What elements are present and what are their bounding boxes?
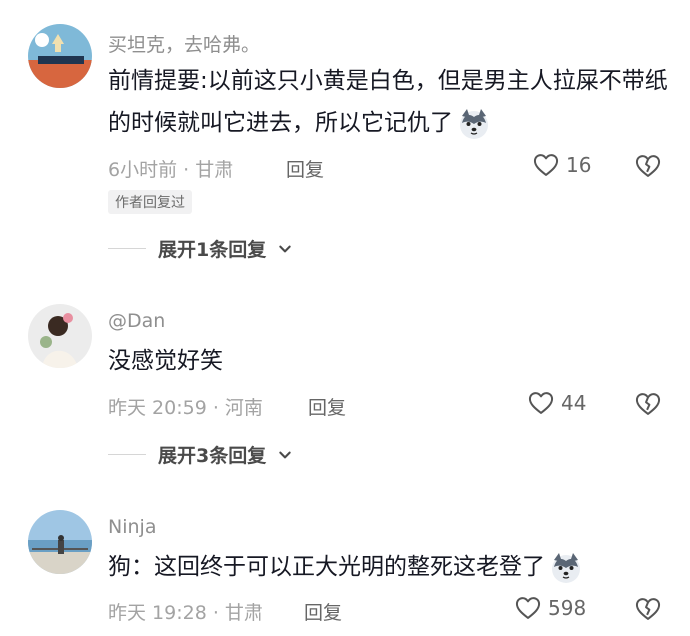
expand-replies-label: 展开3条回复 [158, 445, 267, 467]
chevron-down-icon [278, 448, 292, 462]
heart-outline-icon [527, 389, 555, 417]
reply-button[interactable]: 回复 [286, 155, 324, 182]
broken-heart-icon[interactable] [634, 152, 662, 180]
broken-heart-icon[interactable] [634, 595, 662, 623]
heart-outline-icon [532, 151, 560, 179]
expand-replies-label: 展开1条回复 [158, 239, 267, 261]
comment-text-content: 狗：这回终于可以正大光明的整死这老登了 [108, 554, 545, 580]
comment-text-content: 前情提要:以前这只小黄是白色，但是男主人拉屎不带纸的时候就叫它进去，所以它记仇了 [108, 68, 668, 136]
broken-heart-icon[interactable] [634, 390, 662, 418]
time-location: 昨天 20:59 · 河南 [108, 397, 263, 419]
heart-outline-icon [514, 594, 542, 622]
like-button[interactable]: 16 [532, 151, 591, 179]
comment-text: 没感觉好笑 [108, 348, 223, 374]
username[interactable]: @Dan [108, 310, 165, 332]
husky-emoji-icon [549, 551, 583, 585]
like-count: 44 [561, 391, 587, 415]
like-button[interactable]: 598 [514, 594, 586, 622]
like-button[interactable]: 44 [527, 389, 586, 417]
author-replied-badge: 作者回复过 [108, 190, 192, 214]
reply-button[interactable]: 回复 [304, 598, 342, 625]
chevron-down-icon [278, 242, 292, 256]
avatar[interactable] [28, 304, 92, 368]
comment-text: 狗：这回终于可以正大光明的整死这老登了 [108, 546, 668, 588]
like-count: 16 [566, 153, 592, 177]
comment-text: 前情提要:以前这只小黄是白色，但是男主人拉屎不带纸的时候就叫它进去，所以它记仇了 [108, 60, 668, 144]
avatar[interactable] [28, 24, 92, 88]
username[interactable]: Ninja [108, 516, 156, 538]
expand-replies-button[interactable]: 展开3条回复 [108, 441, 292, 468]
avatar[interactable] [28, 510, 92, 574]
like-count: 598 [548, 596, 587, 620]
husky-emoji-icon [457, 107, 491, 141]
divider-line [108, 454, 146, 455]
divider-line [108, 248, 146, 249]
time-location: 昨天 19:28 · 甘肃 [108, 602, 263, 624]
username[interactable]: 买坦克，去哈弗。 [108, 30, 260, 57]
expand-replies-button[interactable]: 展开1条回复 [108, 235, 292, 262]
time-location: 6小时前 · 甘肃 [108, 159, 234, 181]
reply-button[interactable]: 回复 [308, 393, 346, 420]
